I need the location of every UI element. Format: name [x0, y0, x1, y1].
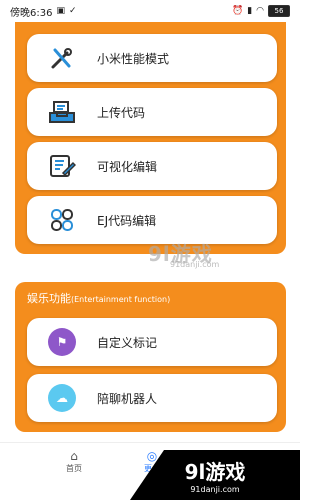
- image-icon: ▣: [56, 6, 65, 16]
- upload-tray-icon: [27, 99, 97, 125]
- card-label: EJ代码编辑: [97, 213, 157, 228]
- robot-icon: ☁: [48, 384, 76, 412]
- corner-brand: 9l游戏: [184, 460, 246, 484]
- card-label: 陪聊机器人: [97, 391, 158, 406]
- custom-mark-icon-wrap: ⚑: [27, 328, 97, 356]
- section-title: 娱乐功能(Entertainment function): [27, 290, 170, 306]
- flag-icon: ⚑: [48, 328, 76, 356]
- card-label: 可视化编辑: [97, 159, 158, 174]
- tools-panel: 小米性能模式 上传代码 可视化编辑 EJ代码编辑: [15, 22, 286, 254]
- section-title-text: 娱乐功能: [27, 292, 71, 305]
- card-label: 自定义标记: [97, 335, 158, 350]
- corner-url: 91danji.com: [190, 485, 240, 494]
- card-label: 上传代码: [97, 105, 146, 120]
- tools-icon: [27, 45, 97, 71]
- battery-indicator: 56: [268, 5, 290, 17]
- card-upload-code[interactable]: 上传代码: [27, 88, 277, 136]
- home-icon: ⌂: [70, 449, 78, 463]
- alarm-icon: ⏰: [231, 6, 244, 16]
- entertainment-panel: 娱乐功能(Entertainment function) ⚑ 自定义标记 ☁ 陪…: [15, 282, 286, 432]
- signal-icon: ▮: [247, 6, 253, 16]
- status-time: 傍晚6:36: [10, 7, 53, 19]
- card-visual-edit[interactable]: 可视化编辑: [27, 142, 277, 190]
- section-subtitle: (Entertainment function): [71, 295, 171, 304]
- check-icon: ✓: [68, 6, 77, 16]
- status-bar: 傍晚6:36 ▣ ✓ ⏰ ▮ ◠ 56: [0, 0, 300, 22]
- edit-document-icon: [27, 153, 97, 179]
- card-ej-code-edit[interactable]: EJ代码编辑: [27, 196, 277, 244]
- clover-icon: [27, 207, 97, 233]
- status-left: 傍晚6:36 ▣ ✓: [10, 4, 77, 19]
- wifi-icon: ◠: [256, 6, 264, 16]
- nav-home[interactable]: ⌂ 首页: [44, 449, 104, 474]
- chat-robot-icon-wrap: ☁: [27, 384, 97, 412]
- card-label: 小米性能模式: [97, 51, 170, 66]
- card-chat-robot[interactable]: ☁ 陪聊机器人: [27, 374, 277, 422]
- card-custom-mark[interactable]: ⚑ 自定义标记: [27, 318, 277, 366]
- nav-home-label: 首页: [66, 464, 82, 473]
- card-xiaomi-performance[interactable]: 小米性能模式: [27, 34, 277, 82]
- status-right: ⏰ ▮ ◠ 56: [232, 5, 290, 17]
- watermark-url: 91danji.com: [170, 260, 220, 269]
